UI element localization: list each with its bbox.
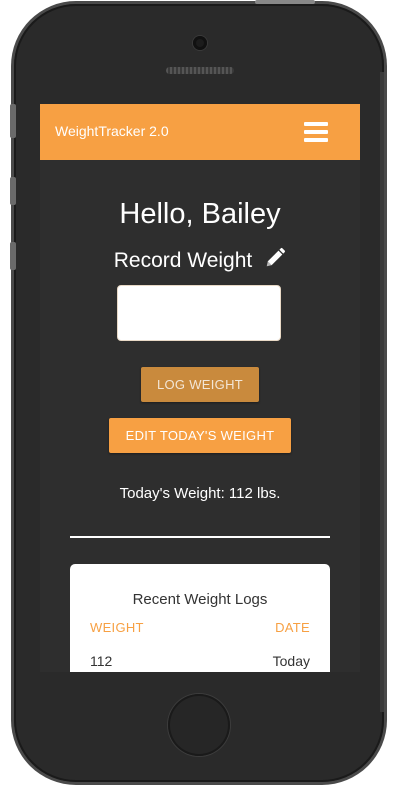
record-weight-heading: Record Weight bbox=[40, 247, 360, 275]
log-weight-cell: 112 bbox=[90, 653, 113, 669]
app-screen: WeightTracker 2.0 Hello, Bailey Record W… bbox=[40, 104, 360, 672]
greeting-heading: Hello, Bailey bbox=[119, 198, 281, 230]
column-header-weight: WEIGHT bbox=[90, 620, 144, 635]
log-date-cell: Today bbox=[272, 653, 310, 669]
recent-logs-title: Recent Weight Logs bbox=[132, 591, 268, 608]
power-button bbox=[255, 0, 315, 4]
pencil-icon[interactable] bbox=[264, 247, 286, 275]
log-weight-button[interactable]: LOG WEIGHT bbox=[141, 367, 259, 402]
record-weight-label: Record Weight bbox=[113, 249, 253, 272]
earpiece-speaker bbox=[166, 67, 234, 74]
home-button[interactable] bbox=[168, 694, 230, 756]
todays-weight-text: Today's Weight: 112 lbs. bbox=[119, 485, 281, 502]
weight-input[interactable] bbox=[117, 285, 281, 341]
column-header-date: DATE bbox=[275, 620, 310, 635]
section-divider bbox=[70, 536, 330, 538]
brand-title[interactable]: WeightTracker 2.0 bbox=[55, 123, 169, 139]
volume-down-button bbox=[10, 242, 16, 270]
navbar: WeightTracker 2.0 bbox=[40, 104, 360, 160]
front-camera bbox=[193, 36, 207, 50]
volume-up-button bbox=[10, 177, 16, 205]
recent-logs-card: Recent Weight Logs WEIGHT DATE 112 Today bbox=[70, 564, 330, 672]
phone-edge bbox=[380, 72, 384, 712]
edit-todays-weight-button[interactable]: EDIT TODAY'S WEIGHT bbox=[109, 418, 291, 453]
hamburger-menu-icon[interactable] bbox=[304, 122, 328, 142]
mute-switch bbox=[10, 104, 16, 138]
